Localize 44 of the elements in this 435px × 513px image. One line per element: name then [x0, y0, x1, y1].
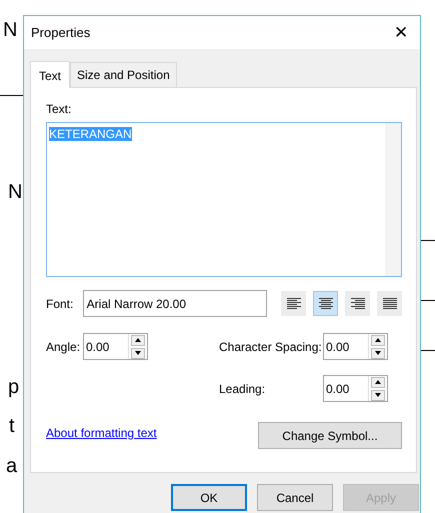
align-right-icon: [350, 298, 364, 310]
spin-up-button[interactable]: [131, 334, 145, 346]
background-text: N: [8, 182, 22, 202]
tab[interactable]: Size and Position: [70, 62, 177, 87]
number-spinner[interactable]: 0.00: [323, 375, 388, 402]
spin-up-button[interactable]: [371, 376, 385, 388]
window-title: Properties: [31, 24, 90, 42]
triangle-down-icon: [135, 351, 141, 355]
background-text: t: [9, 416, 15, 436]
align-left-button[interactable]: [281, 291, 306, 316]
text-value: KETERANGAN: [49, 127, 132, 141]
align-center-button[interactable]: [313, 291, 338, 316]
dialog-button[interactable]: OK: [171, 484, 247, 511]
align-justify-icon: [382, 298, 396, 310]
dialog-button[interactable]: Cancel: [257, 484, 333, 511]
field-label: Font:: [46, 296, 74, 312]
triangle-up-icon: [135, 338, 141, 342]
close-button[interactable]: ✕: [390, 24, 412, 41]
background-text: N: [3, 20, 18, 40]
font-field[interactable]: Arial Narrow 20.00: [82, 290, 267, 317]
spin-down-button[interactable]: [131, 348, 145, 358]
field-label: Text:: [46, 101, 72, 118]
triangle-up-icon: [375, 380, 381, 384]
spin-down-button[interactable]: [371, 390, 385, 400]
spin-down-button[interactable]: [371, 348, 385, 358]
triangle-down-icon: [375, 393, 381, 397]
help-link[interactable]: About formatting text: [46, 424, 157, 442]
triangle-up-icon: [375, 338, 381, 342]
tab[interactable]: Text: [30, 61, 70, 88]
number-spinner[interactable]: 0.00: [323, 333, 388, 360]
align-justify-button[interactable]: [377, 291, 402, 316]
align-left-icon: [286, 298, 300, 310]
background-text: p: [8, 377, 20, 397]
triangle-down-icon: [375, 351, 381, 355]
field-label: Angle:: [46, 338, 82, 356]
align-center-icon: [318, 298, 332, 310]
vertical-scrollbar[interactable]: [385, 123, 401, 276]
align-right-button[interactable]: [345, 291, 370, 316]
number-spinner[interactable]: 0.00: [83, 333, 148, 360]
background-text: a: [6, 456, 18, 476]
spin-up-button[interactable]: [371, 334, 385, 346]
field-label: Leading:: [219, 380, 266, 398]
change-symbol-button[interactable]: Change Symbol...: [258, 422, 402, 449]
field-label: Character Spacing:: [219, 338, 323, 356]
